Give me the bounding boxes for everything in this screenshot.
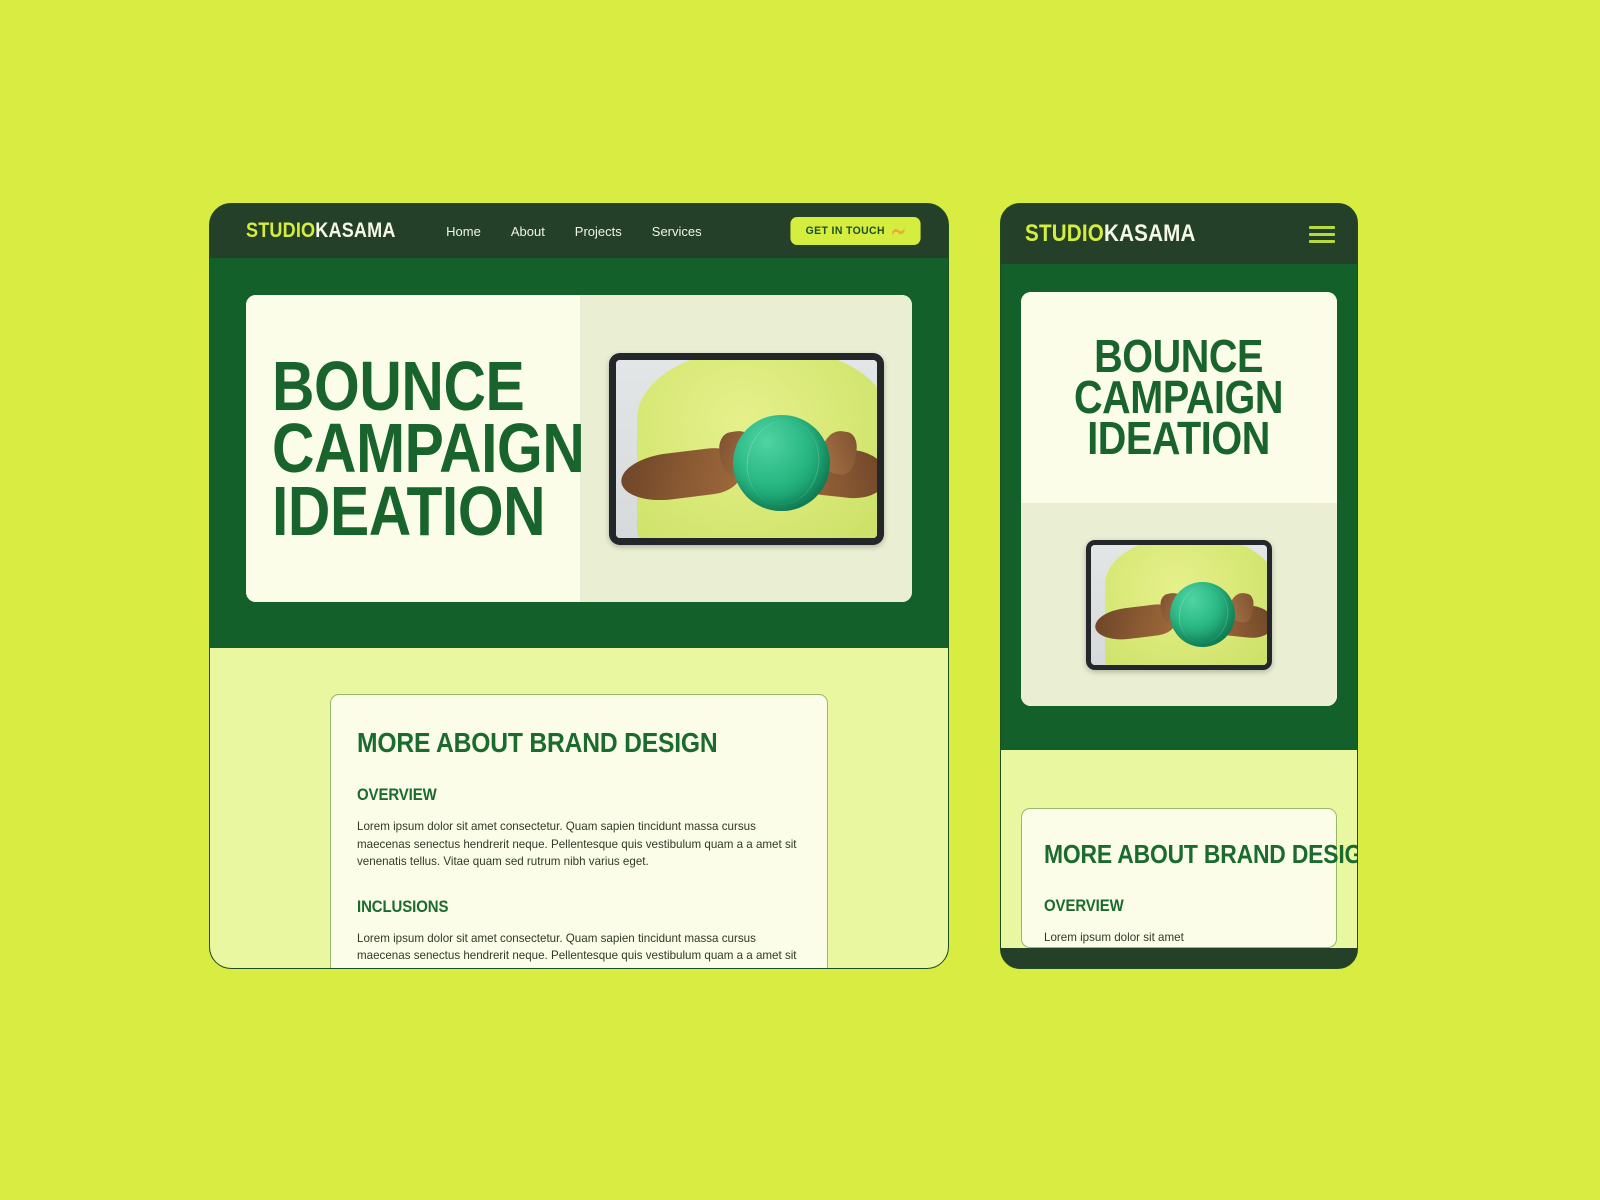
wave-hand-icon (892, 228, 905, 235)
mobile-brand-design-info-card: MORE ABOUT BRAND DESIGN OVERVIEW Lorem i… (1021, 808, 1358, 948)
brand-logo-kasama: KASAMA (315, 219, 396, 242)
nav-item-home[interactable]: Home (446, 224, 481, 239)
overview-text: Lorem ipsum dolor sit amet consectetur. … (357, 820, 797, 869)
mobile-page-title: BOUNCE CAMPAIGN IDEATION (1074, 330, 1284, 464)
brand-logo[interactable]: STUDIOKASAMA (246, 219, 396, 243)
mobile-overview-block: OVERVIEW Lorem ipsum dolor sit amet (1044, 896, 1314, 947)
nav-item-about[interactable]: About (511, 224, 545, 239)
desktop-hero-image-panel (580, 295, 912, 602)
tablet-screen-photo (615, 359, 877, 538)
mobile-hero-image-panel (1021, 503, 1337, 706)
nav-item-services[interactable]: Services (652, 224, 702, 239)
mobile-device-frame: STUDIOKASAMA BOUNCE CAMPAIGN IDEATION MO… (1000, 203, 1358, 969)
primary-navigation: Home About Projects Services (446, 224, 702, 239)
mobile-overview-text: Lorem ipsum dolor sit amet (1044, 931, 1184, 944)
mobile-overview-heading: OVERVIEW (1044, 896, 1124, 915)
info-card-title: MORE ABOUT BRAND DESIGN (357, 727, 718, 758)
mobile-hero-card: BOUNCE CAMPAIGN IDEATION (1021, 292, 1337, 706)
mobile-tablet-device-mockup (1086, 539, 1272, 670)
desktop-hero-card: BOUNCE CAMPAIGN IDEATION (246, 295, 912, 602)
desktop-hero-title-panel: BOUNCE CAMPAIGN IDEATION (246, 295, 585, 602)
mobile-brand-logo-kasama: KASAMA (1104, 220, 1196, 247)
mobile-tablet-screen-photo (1091, 544, 1267, 665)
nav-item-projects[interactable]: Projects (575, 224, 622, 239)
inclusions-heading: INCLUSIONS (357, 896, 449, 916)
mobile-brand-logo[interactable]: STUDIOKASAMA (1025, 220, 1196, 248)
inclusions-text: Lorem ipsum dolor sit amet consectetur. … (357, 931, 797, 968)
hamburger-line-3 (1309, 239, 1335, 243)
get-in-touch-label: GET IN TOUCH (805, 225, 885, 237)
mobile-content-section: MORE ABOUT BRAND DESIGN OVERVIEW Lorem i… (1001, 750, 1357, 948)
desktop-hero-band: BOUNCE CAMPAIGN IDEATION (210, 258, 948, 648)
desktop-browser-frame: STUDIOKASAMA Home About Projects Service… (209, 203, 949, 969)
overview-heading: OVERVIEW (357, 785, 437, 804)
mobile-brand-logo-studio: STUDIO (1025, 220, 1105, 247)
mobile-hero-band: BOUNCE CAMPAIGN IDEATION (1001, 264, 1357, 750)
mobile-info-card-title: MORE ABOUT BRAND DESIGN (1044, 839, 1358, 869)
get-in-touch-button[interactable]: GET IN TOUCH (789, 217, 921, 245)
desktop-header: STUDIOKASAMA Home About Projects Service… (210, 204, 948, 258)
inclusions-block: INCLUSIONS Lorem ipsum dolor sit amet co… (357, 896, 801, 968)
page-title: BOUNCE CAMPAIGN IDEATION (272, 347, 585, 550)
mobile-photo-teal-ball (1170, 581, 1236, 647)
mobile-header: STUDIOKASAMA (1001, 204, 1357, 264)
desktop-content-section: MORE ABOUT BRAND DESIGN OVERVIEW Lorem i… (210, 648, 948, 968)
hamburger-menu-icon[interactable] (1309, 225, 1335, 243)
tablet-device-mockup (608, 352, 884, 545)
photo-teal-ball (733, 414, 830, 512)
hamburger-line-1 (1309, 225, 1335, 229)
brand-logo-studio: STUDIO (246, 219, 316, 242)
mobile-hero-title-panel: BOUNCE CAMPAIGN IDEATION (1021, 292, 1337, 503)
brand-design-info-card: MORE ABOUT BRAND DESIGN OVERVIEW Lorem i… (330, 694, 828, 968)
overview-block: OVERVIEW Lorem ipsum dolor sit amet cons… (357, 785, 801, 871)
hamburger-line-2 (1309, 232, 1335, 236)
